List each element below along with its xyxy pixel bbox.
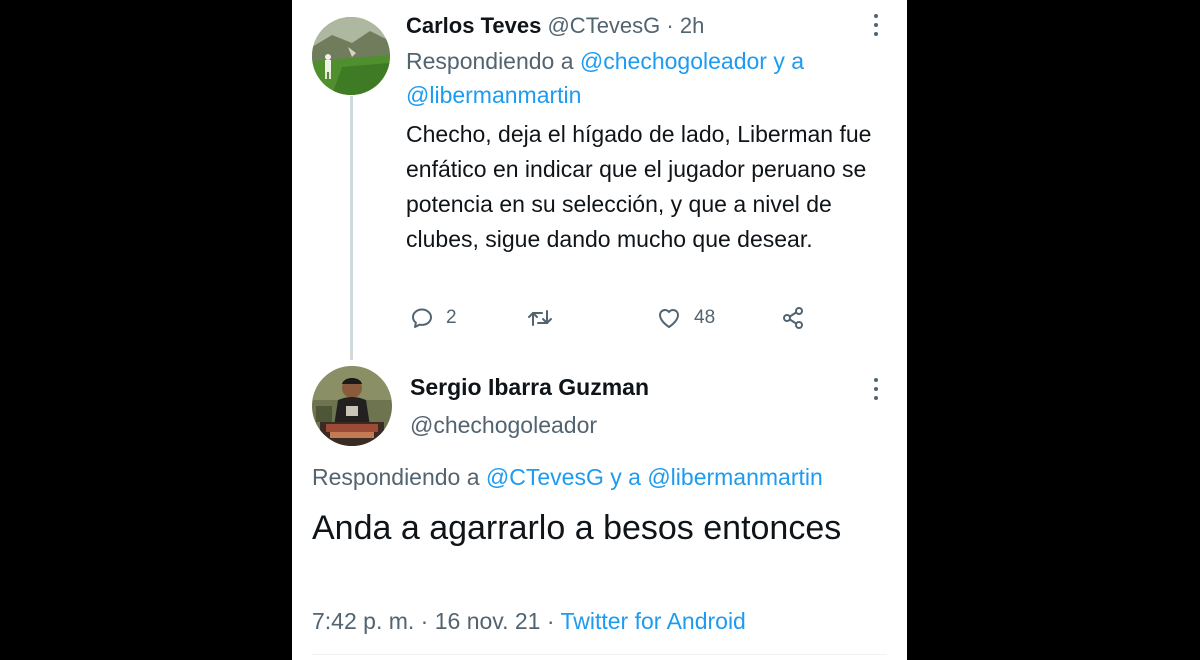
tweet1-mention-chechogoleador[interactable]: @chechogoleador [580,48,767,74]
tweet2-author-name[interactable]: Sergio Ibarra Guzman [410,369,649,405]
share-nodes-icon [783,307,803,329]
reply-button[interactable]: 2 [410,301,457,335]
tweet2-mention-ctevesg[interactable]: @CTevesG [486,464,604,490]
tweet1-mention-libermanmartin[interactable]: @libermanmartin [406,82,581,108]
tweet1-replying-to: Respondiendo a @chechogoleador y a @libe… [406,44,866,112]
tweet2-replying-join: y a [603,464,648,490]
tweet1-replying-prefix: Respondiendo a [406,48,580,74]
tweet1-author-name[interactable]: Carlos Teves [406,13,541,38]
tweet1-replying-join: y a [766,48,805,74]
tweet2-replying-to: Respondiendo a @CTevesG y a @libermanmar… [312,459,902,495]
tweet-screenshot-panel: Carlos Teves @CTevesG · 2h Respondiendo … [292,0,907,660]
tweet2-more-icon[interactable] [870,378,882,400]
retweet-button[interactable] [526,301,566,335]
share-button[interactable] [780,301,806,335]
tweet2-date[interactable]: 16 nov. 21 [435,608,541,634]
tweet1-timestamp[interactable]: 2h [680,13,704,38]
tweet1-handle[interactable]: @CTevesG [547,13,660,38]
tweet1-dot-separator: · [666,13,680,38]
carlos-teves-avatar[interactable] [312,17,390,95]
tweet2-metadata: 7:42 p. m. · 16 nov. 21 · Twitter for An… [312,603,902,639]
tweet1-more-icon[interactable] [870,14,882,36]
reply-count: 2 [446,307,457,328]
tweet2-handle[interactable]: @chechogoleador [410,407,597,443]
tweet2-mention-libermanmartin[interactable]: @libermanmartin [647,464,822,490]
heart-outline-icon [659,309,679,328]
tweet2-body-text: Anda a agarrarlo a besos entonces [312,509,842,547]
tweet2-time[interactable]: 7:42 p. m. [312,608,414,634]
sergio-ibarra-avatar[interactable] [312,366,392,446]
tweet1-header: Carlos Teves @CTevesG · 2h [406,10,886,42]
tweet1-action-bar: 2 48 [410,301,830,335]
like-count: 48 [694,307,716,328]
thread-connector-line [350,96,353,360]
tweet2-meta-separator2: · [540,608,561,634]
speech-bubble-icon [412,308,432,328]
retweet-arrows-icon [528,310,552,326]
tweet2-replying-prefix: Respondiendo a [312,464,486,490]
like-button[interactable]: 48 [656,301,715,335]
divider [312,654,887,655]
tweet2-source-link[interactable]: Twitter for Android [560,608,745,634]
tweet2-meta-separator1: · [414,608,435,634]
tweet1-body-text: Checho, deja el hígado de lado, Liberman… [406,121,872,252]
